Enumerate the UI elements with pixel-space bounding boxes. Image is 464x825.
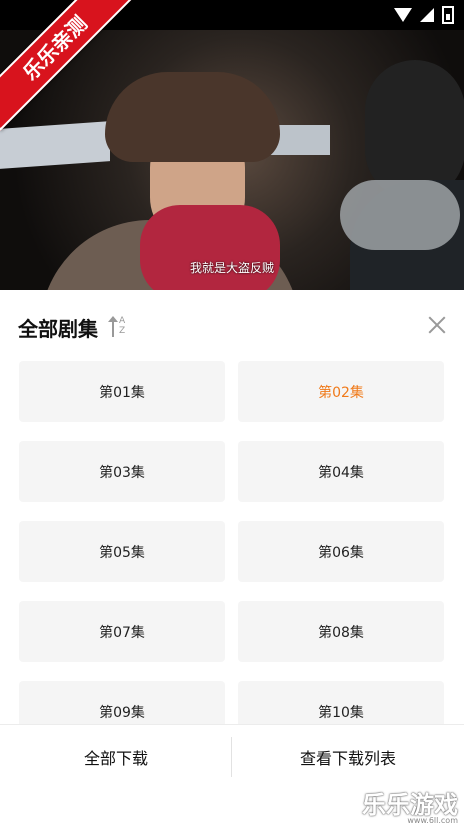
- episode-button[interactable]: 第04集: [238, 441, 444, 502]
- scene-figure-right: [365, 60, 464, 200]
- video-frame: [0, 30, 464, 290]
- episodes-panel: 全部剧集 AZ 第01集 第02集 第03集 第04集 第05集 第06集 第0…: [0, 290, 464, 724]
- episode-button[interactable]: 第10集: [238, 681, 444, 724]
- scene-scarf: [140, 205, 280, 290]
- episode-button[interactable]: 第05集: [19, 521, 225, 582]
- video-player[interactable]: ⬇ ‹ 我就是大盗反贼 乐乐亲测: [0, 0, 464, 290]
- close-icon[interactable]: [428, 316, 446, 334]
- episode-grid: 第01集 第02集 第03集 第04集 第05集 第06集 第07集 第08集 …: [19, 361, 445, 724]
- view-download-list-button[interactable]: 查看下载列表: [232, 725, 464, 789]
- sort-letters: AZ: [119, 316, 126, 336]
- wifi-icon: [394, 8, 412, 22]
- download-all-button[interactable]: 全部下载: [0, 725, 232, 789]
- battery-icon: [442, 6, 454, 24]
- scene-fur: [340, 180, 460, 250]
- episode-button[interactable]: 第08集: [238, 601, 444, 662]
- sort-icon[interactable]: AZ: [108, 316, 128, 337]
- signal-icon: [420, 8, 434, 22]
- panel-title: 全部剧集: [18, 316, 98, 341]
- episode-button[interactable]: 第03集: [19, 441, 225, 502]
- video-subtitle: 我就是大盗反贼: [189, 261, 274, 275]
- scene-roof: [0, 121, 110, 169]
- episode-button[interactable]: 第09集: [19, 681, 225, 724]
- scene-fur-hat: [105, 72, 280, 162]
- bottom-action-bar: 全部下载 查看下载列表 乐乐游戏 www.6ll.com: [0, 724, 464, 825]
- episode-button-active[interactable]: 第02集: [238, 361, 444, 422]
- episode-button[interactable]: 第07集: [19, 601, 225, 662]
- episode-button[interactable]: 第06集: [238, 521, 444, 582]
- panel-header: 全部剧集 AZ: [18, 312, 128, 342]
- watermark-text: 乐乐游戏: [362, 791, 458, 819]
- site-watermark: 乐乐游戏 www.6ll.com: [338, 785, 464, 825]
- episode-button[interactable]: 第01集: [19, 361, 225, 422]
